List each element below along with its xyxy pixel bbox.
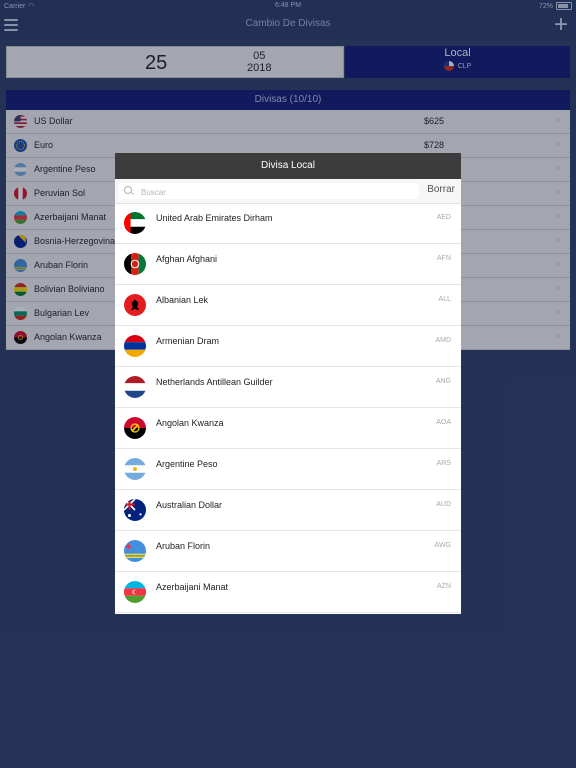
af-flag-icon [124,253,146,275]
ar-flag-icon [124,458,146,480]
currency-code: ALL [438,296,451,303]
clear-button[interactable]: Borrar [427,184,455,195]
az-flag-icon [124,581,146,603]
currency-name: Aruban Florin [156,541,211,551]
currency-code: AMD [435,337,451,344]
currency-code: ANG [435,378,451,385]
list-item[interactable]: Albanian Lek ALL [115,285,461,326]
am-flag-icon [124,335,146,357]
list-item[interactable]: Argentine Peso ARS [115,449,461,490]
currency-code: AED [436,214,451,221]
local-currency-modal: Divisa Local Borrar United Arab Emirates… [115,153,461,614]
an-flag-icon [124,376,146,398]
search-bar: Borrar [115,179,461,204]
currency-name: Argentine Peso [156,459,218,469]
al-flag-icon [124,294,146,316]
list-item[interactable]: Aruban Florin AWG [115,531,461,572]
currency-code: AUD [436,501,451,508]
currency-name: Azerbaijani Manat [156,582,229,592]
list-item[interactable]: Afghan Afghani AFN [115,244,461,285]
search-field-wrapper [119,183,419,200]
list-item[interactable]: United Arab Emirates Dirham AED [115,203,461,244]
list-item[interactable]: Australian Dollar AUD [115,490,461,531]
search-icon [124,186,132,194]
currency-name: Netherlands Antillean Guilder [156,377,273,387]
currency-code: ARS [436,460,451,467]
au-flag-icon [124,499,146,521]
list-item[interactable]: Azerbaijani Manat AZN [115,572,461,613]
currency-name: Angolan Kwanza [156,418,224,428]
currency-code: AFN [437,255,451,262]
modal-currency-list: United Arab Emirates Dirham AED Afghan A… [115,203,461,613]
currency-code: AZN [437,583,451,590]
ae-flag-icon [124,212,146,234]
currency-code: AOA [436,419,451,426]
aw-flag-icon [124,540,146,562]
modal-title: Divisa Local [115,153,461,179]
search-input[interactable] [139,184,418,200]
currency-name: Albanian Lek [156,295,209,305]
list-item[interactable]: Angolan Kwanza AOA [115,408,461,449]
currency-name: United Arab Emirates Dirham [156,213,273,223]
currency-name: Armenian Dram [156,336,220,346]
ao-flag-icon [124,417,146,439]
list-item[interactable]: Armenian Dram AMD [115,326,461,367]
currency-code: AWG [434,542,451,549]
currency-name: Afghan Afghani [156,254,218,264]
currency-name: Australian Dollar [156,500,223,510]
list-item[interactable]: Netherlands Antillean Guilder ANG [115,367,461,408]
